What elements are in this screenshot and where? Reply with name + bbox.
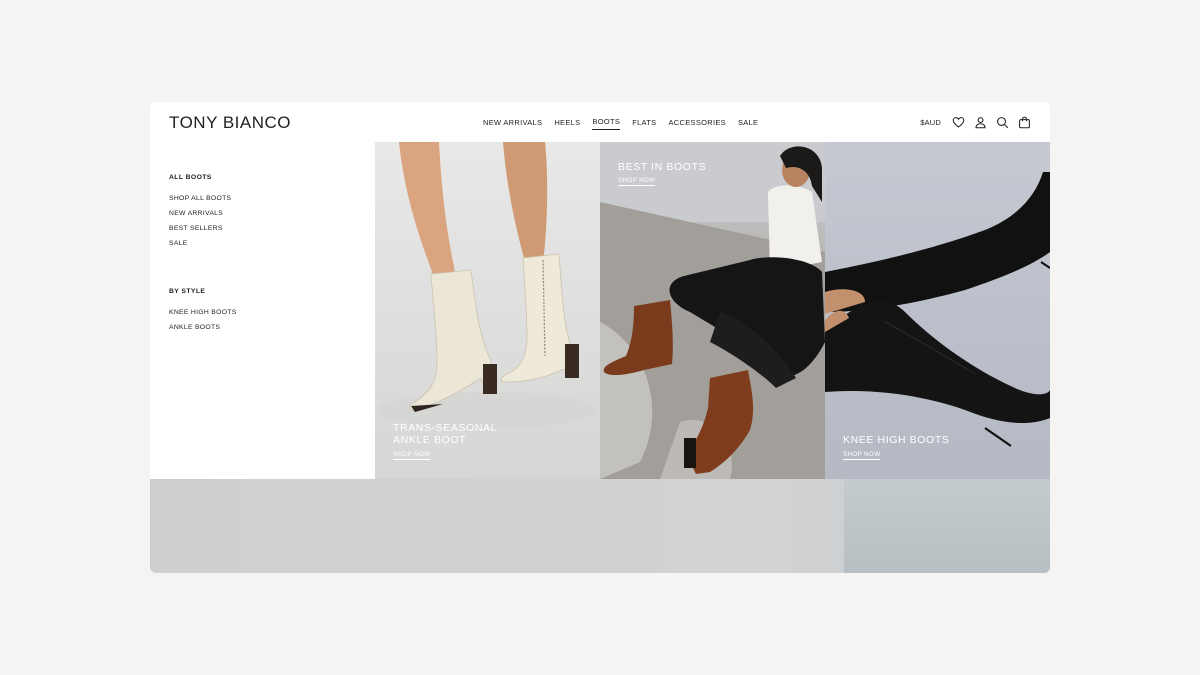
site-header: TONY BIANCO NEW ARRIVALS HEELS BOOTS FLA… [150,102,1050,142]
nav-item-flats[interactable]: FLATS [632,115,656,130]
nav-item-accessories[interactable]: ACCESSORIES [668,115,725,130]
menu-link-new-arrivals[interactable]: NEW ARRIVALS [169,210,223,217]
header-utilities: $AUD [920,102,1031,142]
brand-logo[interactable]: TONY BIANCO [169,113,291,133]
menu-link-ankle-boots[interactable]: ANKLE BOOTS [169,324,220,331]
main-nav: NEW ARRIVALS HEELS BOOTS FLATS ACCESSORI… [483,102,770,142]
menu-link-shop-all-boots[interactable]: SHOP ALL BOOTS [169,195,231,202]
hero-banner-partial-right [844,479,1050,573]
tile-trans-seasonal-ankle-boot[interactable]: TRANS-SEASONAL ANKLE BOOT SHOP NOW [375,142,600,479]
tile-shop-now-link[interactable]: SHOP NOW [618,177,656,186]
user-icon[interactable] [974,116,987,129]
tile-label-best-in-boots: BEST IN BOOTS [618,161,707,173]
tile-shop-now-link[interactable]: SHOP NOW [843,451,881,460]
boots-mega-menu: ALL BOOTS SHOP ALL BOOTS NEW ARRIVALS BE… [150,142,375,479]
menu-link-best-sellers[interactable]: BEST SELLERS [169,225,223,232]
tile-knee-high-boots[interactable]: KNEE HIGH BOOTS SHOP NOW [825,142,1050,479]
menu-link-knee-high-boots[interactable]: KNEE HIGH BOOTS [169,309,237,316]
heart-icon[interactable] [952,116,965,129]
black-knee-high-boots-image [825,172,1050,447]
search-icon[interactable] [996,116,1009,129]
menu-heading-by-style[interactable]: BY STYLE [169,288,205,295]
menu-link-sale[interactable]: SALE [169,240,188,247]
tile-best-in-boots[interactable]: BEST IN BOOTS SHOP NOW [600,142,825,479]
nav-item-heels[interactable]: HEELS [554,115,580,130]
menu-heading-all-boots[interactable]: ALL BOOTS [169,174,212,181]
tile-label-knee-high-boots: KNEE HIGH BOOTS [843,434,950,446]
bag-icon[interactable] [1018,116,1031,129]
currency-selector[interactable]: $AUD [920,118,941,127]
nav-item-boots[interactable]: BOOTS [592,114,621,130]
nav-item-sale[interactable]: SALE [738,115,758,130]
nav-item-new-arrivals[interactable]: NEW ARRIVALS [483,115,542,130]
tile-label-line1: TRANS-SEASONAL [393,422,498,434]
browser-frame: TONY BIANCO NEW ARRIVALS HEELS BOOTS FLA… [150,102,1050,573]
model-tan-boots-image [600,142,825,479]
tile-label-line2: ANKLE BOOT [393,434,467,446]
tile-shop-now-link[interactable]: SHOP NOW [393,451,431,460]
